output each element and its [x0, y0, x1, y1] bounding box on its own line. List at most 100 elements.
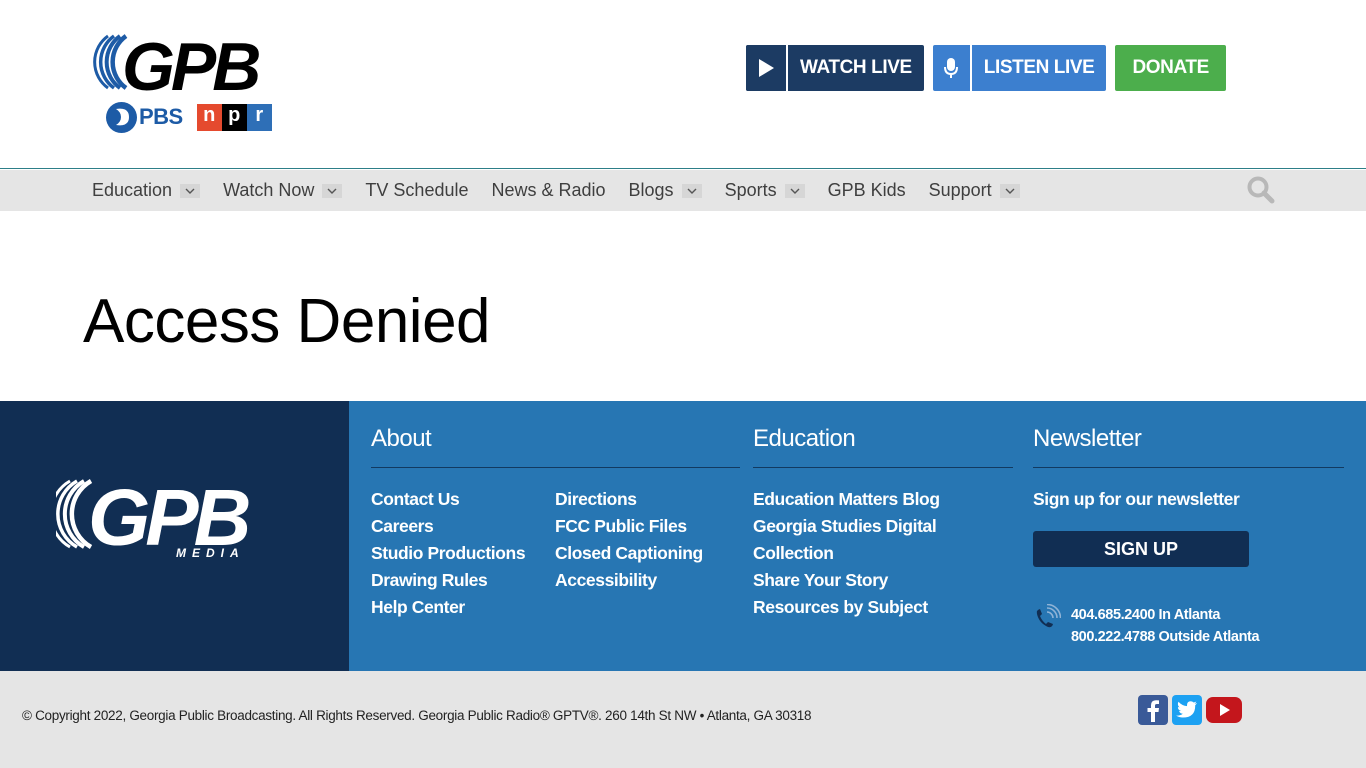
footer-brand-panel: GPB MEDIA	[0, 401, 349, 671]
footer-link-item: Collection	[753, 543, 940, 570]
watch-live-label: WATCH LIVE	[800, 57, 912, 78]
nav-item-label: Education	[92, 180, 173, 200]
watch-live-button[interactable]: WATCH LIVE	[746, 45, 924, 91]
search-icon[interactable]	[1246, 175, 1276, 205]
facebook-icon[interactable]	[1138, 695, 1168, 725]
footer-link[interactable]: Studio Productions	[371, 543, 526, 563]
footer-logo-sub: MEDIA	[176, 546, 245, 560]
footer-education-links: Education Matters Blog Georgia Studies Di…	[753, 489, 940, 624]
contact-phones: 404.685.2400 In Atlanta 800.222.4788 Out…	[1033, 604, 1333, 650]
footer-link-item: Closed Captioning	[555, 543, 703, 570]
copyright-text: © Copyright 2022, Georgia Public Broadca…	[22, 708, 812, 723]
gpb-media-logo[interactable]: GPB MEDIA	[56, 475, 288, 565]
footer-link[interactable]: Drawing Rules	[371, 570, 488, 590]
nav-item-label: Blogs	[628, 180, 674, 200]
site-footer: GPB MEDIA About Contact Us Careers Studio …	[0, 401, 1366, 671]
nav-item-label: News & Radio	[491, 180, 606, 200]
footer-link-item: Directions	[555, 489, 703, 516]
sign-up-button[interactable]: SIGN UP	[1033, 531, 1249, 567]
nav-list: Education Watch Now TV Schedule News & Radi…	[92, 170, 1043, 211]
gpb-logo: GPB	[93, 30, 263, 100]
footer-link-item: FCC Public Files	[555, 516, 703, 543]
pbs-head-icon	[106, 101, 137, 133]
twitter-icon[interactable]	[1172, 695, 1202, 725]
footer-link-item: Education Matters Blog	[753, 489, 940, 516]
pbs-logo: PBS	[106, 101, 183, 133]
youtube-icon[interactable]	[1206, 695, 1242, 725]
footer-education-divider	[753, 467, 1013, 468]
nav-item-sports[interactable]: Sports	[725, 180, 805, 201]
gpb-logo-text: GPB	[122, 30, 259, 100]
footer-link[interactable]: FCC Public Files	[555, 516, 687, 536]
footer-link-item: Drawing Rules	[371, 570, 525, 597]
nav-item-label: Support	[928, 180, 992, 200]
footer-link[interactable]: Careers	[371, 516, 434, 536]
chevron-down-icon[interactable]	[180, 183, 201, 198]
footer-link-item: Resources by Subject	[753, 597, 940, 624]
site-header: GPB PBS n p r WATCH LIVE LISTEN LIVE DON…	[0, 0, 1366, 169]
gpb-logo-link[interactable]: GPB PBS n p r	[92, 30, 292, 140]
npr-logo: n p r	[196, 103, 272, 131]
footer-link-item: Contact Us	[371, 489, 525, 516]
main-nav: Education Watch Now TV Schedule News & Radi…	[0, 170, 1366, 211]
footer-education: Education Education Matters Blog Georgia …	[753, 401, 1013, 671]
bottom-bar: © Copyright 2022, Georgia Public Broadca…	[0, 671, 1366, 768]
header-actions: WATCH LIVE LISTEN LIVE DONATE	[746, 45, 1226, 91]
listen-live-button[interactable]: LISTEN LIVE	[932, 45, 1107, 91]
footer-link[interactable]: Help Center	[371, 597, 465, 617]
footer-newsletter-heading: Newsletter	[1033, 425, 1142, 452]
footer-link[interactable]: Resources by Subject	[753, 597, 928, 617]
chevron-down-icon[interactable]	[784, 183, 805, 198]
footer-link[interactable]: Directions	[555, 489, 637, 509]
chevron-down-icon[interactable]	[681, 183, 702, 198]
listen-live-label: LISTEN LIVE	[983, 57, 1095, 78]
donate-button[interactable]: DONATE	[1115, 45, 1226, 91]
phone-outside-atlanta[interactable]: 800.222.4788 Outside Atlanta	[1071, 629, 1260, 645]
footer-link[interactable]: Contact Us	[371, 489, 460, 509]
microphone-icon	[933, 45, 972, 91]
footer-about-links-right: Directions FCC Public Files Closed Caption…	[555, 489, 703, 597]
phone-atlanta[interactable]: 404.685.2400 In Atlanta	[1071, 607, 1220, 623]
footer-link[interactable]: Collection	[753, 543, 834, 563]
chevron-down-icon[interactable]	[999, 183, 1020, 198]
nav-item-watch-now[interactable]: Watch Now	[223, 180, 343, 201]
footer-link-item: Accessibility	[555, 570, 703, 597]
page-title: Access Denied	[83, 287, 491, 356]
nav-item-blogs[interactable]: Blogs	[629, 180, 702, 201]
partner-logos: PBS n p r	[106, 101, 272, 133]
footer-link-item: Share Your Story	[753, 570, 940, 597]
footer-link-item: Georgia Studies Digital	[753, 516, 940, 543]
footer-link-item: Studio Productions	[371, 543, 526, 570]
nav-item-label: GPB Kids	[827, 180, 906, 200]
social-links	[1138, 695, 1246, 725]
newsletter-text: Sign up for our newsletter	[1033, 489, 1240, 509]
footer-about-divider	[371, 467, 740, 468]
footer-link[interactable]: Accessibility	[555, 570, 657, 590]
footer-education-heading: Education	[753, 425, 856, 452]
nav-item-label: TV Schedule	[365, 180, 469, 200]
footer-link[interactable]: Education Matters Blog	[753, 489, 940, 509]
phone-icon	[1036, 604, 1061, 628]
npr-letter-p: p	[221, 103, 247, 131]
footer-newsletter: Newsletter Sign up for our newsletter SI…	[1033, 401, 1344, 671]
nav-item-education[interactable]: Education	[92, 180, 201, 201]
nav-item-tv-schedule[interactable]: TV Schedule	[365, 180, 468, 201]
nav-item-label: Sports	[724, 180, 777, 200]
play-icon	[746, 45, 788, 91]
footer-about-links-left: Contact Us Careers Studio Productions Drawi…	[371, 489, 526, 624]
footer-link[interactable]: Share Your Story	[753, 570, 888, 590]
nav-item-news-radio[interactable]: News & Radio	[491, 180, 605, 201]
chevron-down-icon[interactable]	[322, 183, 343, 198]
nav-item-label: Watch Now	[223, 180, 315, 200]
nav-item-support[interactable]: Support	[929, 180, 1020, 201]
nav-item-gpb-kids[interactable]: GPB Kids	[828, 180, 906, 201]
footer-link[interactable]: Closed Captioning	[555, 543, 703, 563]
npr-letter-r: r	[246, 103, 272, 131]
footer-link[interactable]: Georgia Studies Digital	[753, 516, 937, 536]
pbs-text: PBS	[139, 104, 183, 129]
footer-about: About Contact Us Careers Studio Production…	[371, 401, 740, 671]
footer-newsletter-divider	[1033, 467, 1344, 468]
npr-letter-n: n	[196, 103, 222, 131]
footer-link-item: Help Center	[371, 597, 525, 624]
footer-about-heading: About	[371, 425, 432, 452]
